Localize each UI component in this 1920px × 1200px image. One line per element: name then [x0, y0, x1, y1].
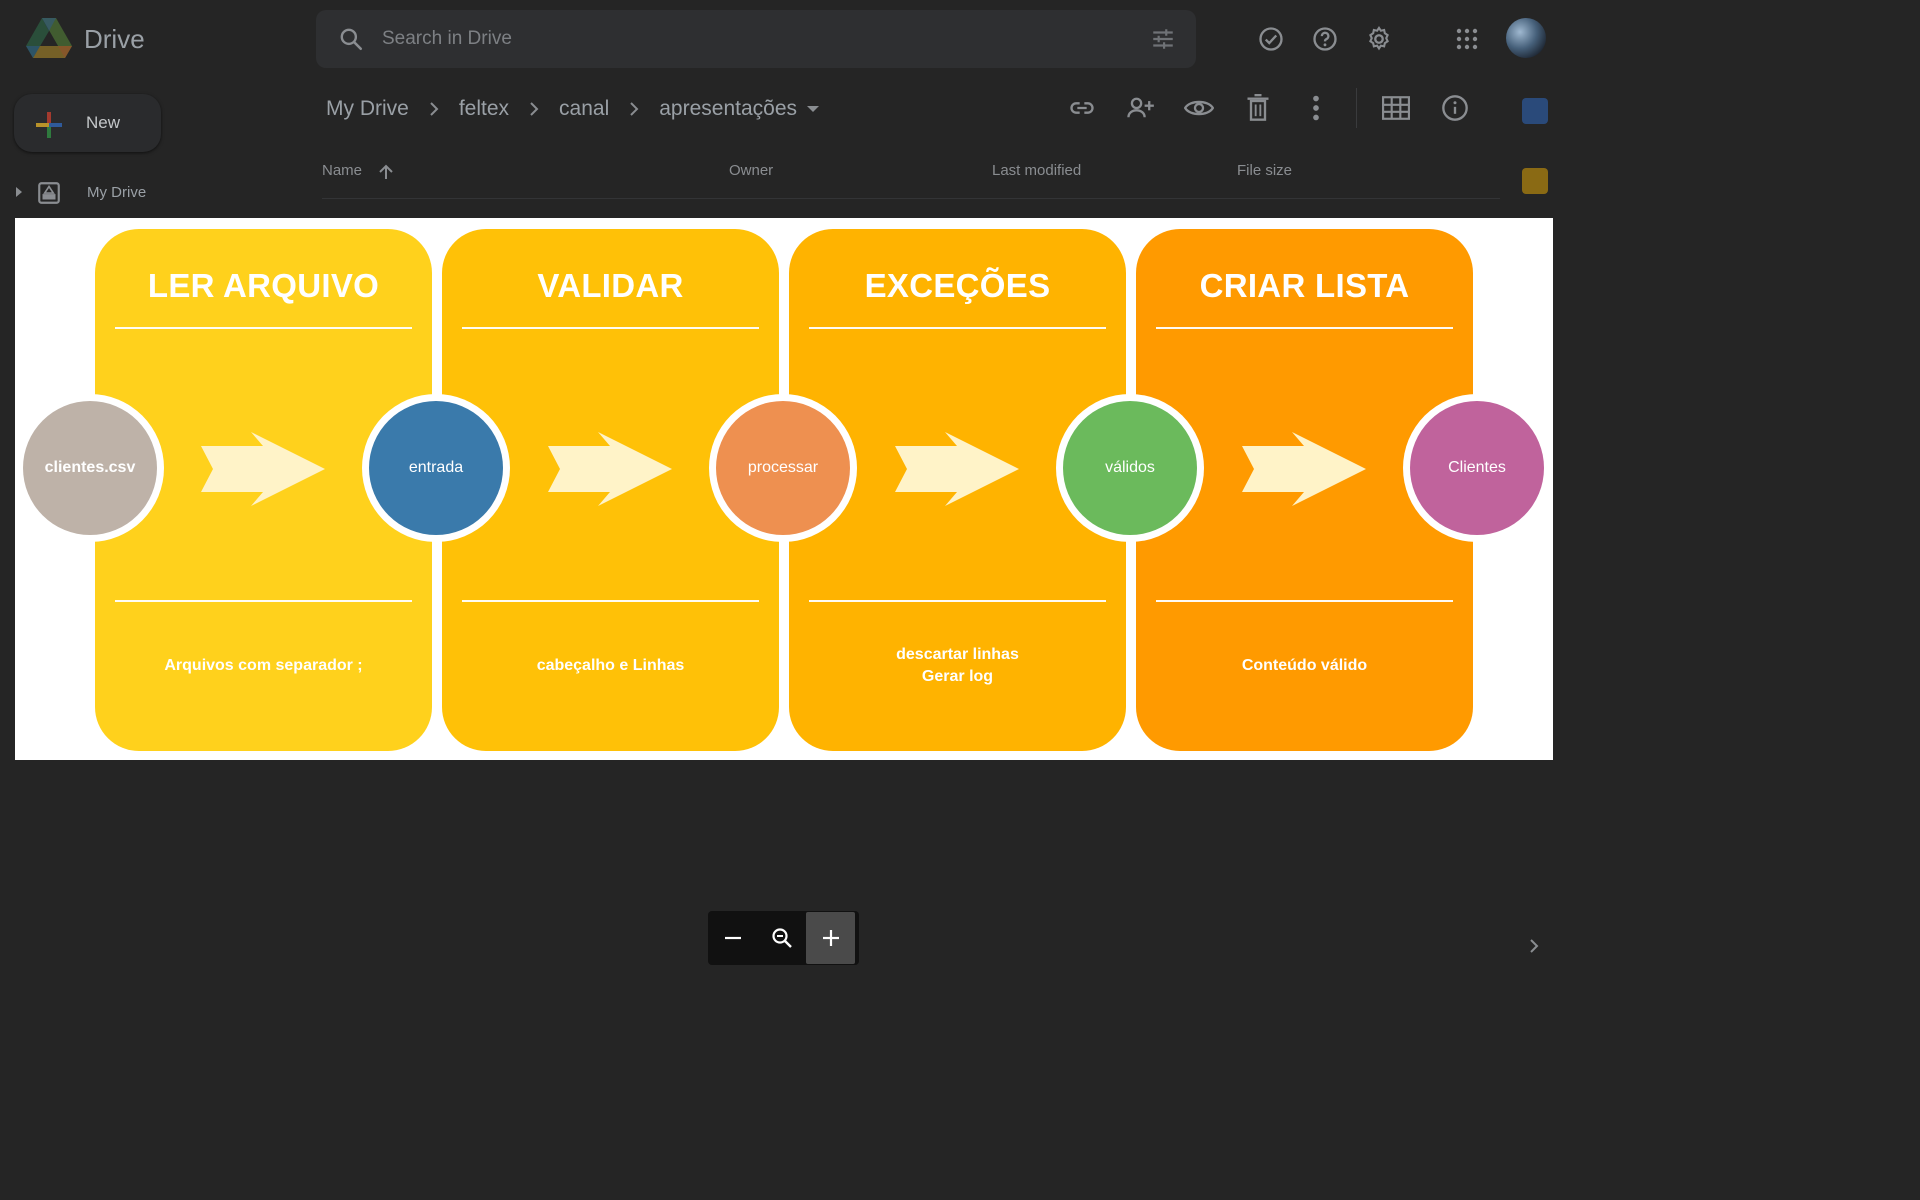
zoom-in-button[interactable] — [806, 912, 855, 964]
trash-icon[interactable] — [1242, 92, 1274, 124]
offline-ready-icon[interactable] — [1254, 22, 1288, 56]
my-drive-icon — [38, 182, 60, 204]
flow-arrow-icon — [201, 432, 325, 506]
chevron-right-icon — [609, 101, 659, 117]
help-icon[interactable] — [1308, 22, 1342, 56]
panel-title: LER ARQUIVO — [147, 267, 380, 304]
breadcrumb-item[interactable]: My Drive — [326, 97, 409, 121]
info-icon[interactable] — [1439, 92, 1471, 124]
node-label: clientes.csv — [23, 401, 157, 535]
breadcrumb-item[interactable]: canal — [559, 97, 609, 121]
column-header-owner[interactable]: Owner — [729, 162, 773, 179]
panel-divider — [115, 600, 412, 602]
sidebar-item-my-drive[interactable]: My Drive — [14, 176, 294, 210]
plus-icon — [36, 112, 62, 138]
account-avatar[interactable] — [1506, 18, 1546, 58]
panel-title: VALIDAR — [537, 267, 684, 304]
panel-divider — [809, 327, 1106, 329]
panel-divider — [1156, 600, 1453, 602]
panel-divider — [462, 327, 759, 329]
drive-logo-icon[interactable] — [26, 18, 72, 60]
panel-title: CRIAR LISTA — [1199, 267, 1410, 304]
panel-divider — [809, 600, 1106, 602]
apps-grid-icon[interactable] — [1450, 22, 1484, 56]
flow-arrow-icon — [1242, 432, 1366, 506]
preview-icon[interactable] — [1183, 92, 1215, 124]
calendar-icon[interactable] — [1522, 98, 1548, 124]
panel-divider — [1156, 327, 1453, 329]
sidebar-item-label: My Drive — [87, 184, 147, 201]
panel-divider — [462, 600, 759, 602]
column-header-divider — [322, 198, 1500, 199]
panel-description: Arquivos com separador ; — [164, 657, 363, 674]
node-clientes: Clientes — [1403, 394, 1551, 542]
chevron-right-icon[interactable] — [1524, 934, 1544, 958]
panel-description: cabeçalho e Linhas — [536, 657, 685, 674]
column-header-file-size[interactable]: File size — [1237, 162, 1292, 179]
breadcrumb-item[interactable]: feltex — [459, 97, 509, 121]
node-label: entrada — [369, 401, 503, 535]
panel-title: EXCEÇÕES — [864, 267, 1051, 304]
grid-view-icon[interactable] — [1380, 92, 1412, 124]
panel-description: Conteúdo válido — [1241, 657, 1368, 674]
column-header-name[interactable]: Name — [322, 162, 362, 179]
new-button-label: New — [86, 113, 121, 132]
node-validos: válidos — [1056, 394, 1204, 542]
sort-ascending-icon[interactable] — [378, 164, 394, 180]
zoom-out-icon — [724, 936, 741, 940]
image-preview[interactable]: LER ARQUIVO Arquivos com separador ; VAL… — [15, 218, 1553, 760]
settings-icon[interactable] — [1362, 22, 1396, 56]
new-button[interactable]: New — [14, 94, 161, 152]
node-label: Clientes — [1410, 401, 1544, 535]
app-name: Drive — [84, 24, 145, 54]
zoom-out-button[interactable] — [708, 912, 757, 964]
chevron-right-icon — [509, 101, 559, 117]
search-icon[interactable] — [338, 26, 364, 52]
breadcrumb: My Drive feltex canal apresentações — [326, 92, 820, 126]
node-entrada: entrada — [362, 394, 510, 542]
zoom-reset-icon — [771, 928, 792, 948]
column-header-last-modified[interactable]: Last modified — [992, 162, 1081, 179]
node-processar: processar — [709, 394, 857, 542]
flow-arrow-icon — [895, 432, 1019, 506]
top-bar: Drive — [0, 0, 1568, 78]
zoom-reset-button[interactable] — [757, 912, 806, 964]
node-label: válidos — [1063, 401, 1197, 535]
search-options-icon[interactable] — [1150, 26, 1176, 52]
keep-icon[interactable] — [1522, 168, 1548, 194]
folder-menu-dropdown-icon[interactable] — [807, 106, 820, 112]
node-clientes-csv: clientes.csv — [16, 394, 164, 542]
search-input[interactable] — [382, 24, 1122, 54]
expand-arrow-icon[interactable] — [16, 187, 22, 197]
zoom-controls — [708, 911, 859, 965]
link-icon[interactable] — [1066, 92, 1098, 124]
flow-arrow-icon — [548, 432, 672, 506]
panel-description: descartar linhas Gerar log — [896, 646, 1019, 685]
share-icon[interactable] — [1124, 92, 1156, 124]
node-label: processar — [716, 401, 850, 535]
zoom-in-icon — [822, 930, 839, 946]
search-bar[interactable] — [316, 10, 1196, 68]
toolbar-divider — [1356, 88, 1357, 128]
panel-divider — [115, 327, 412, 329]
chevron-right-icon — [409, 101, 459, 117]
breadcrumb-current[interactable]: apresentações — [659, 97, 797, 121]
more-vert-icon[interactable] — [1300, 92, 1332, 124]
